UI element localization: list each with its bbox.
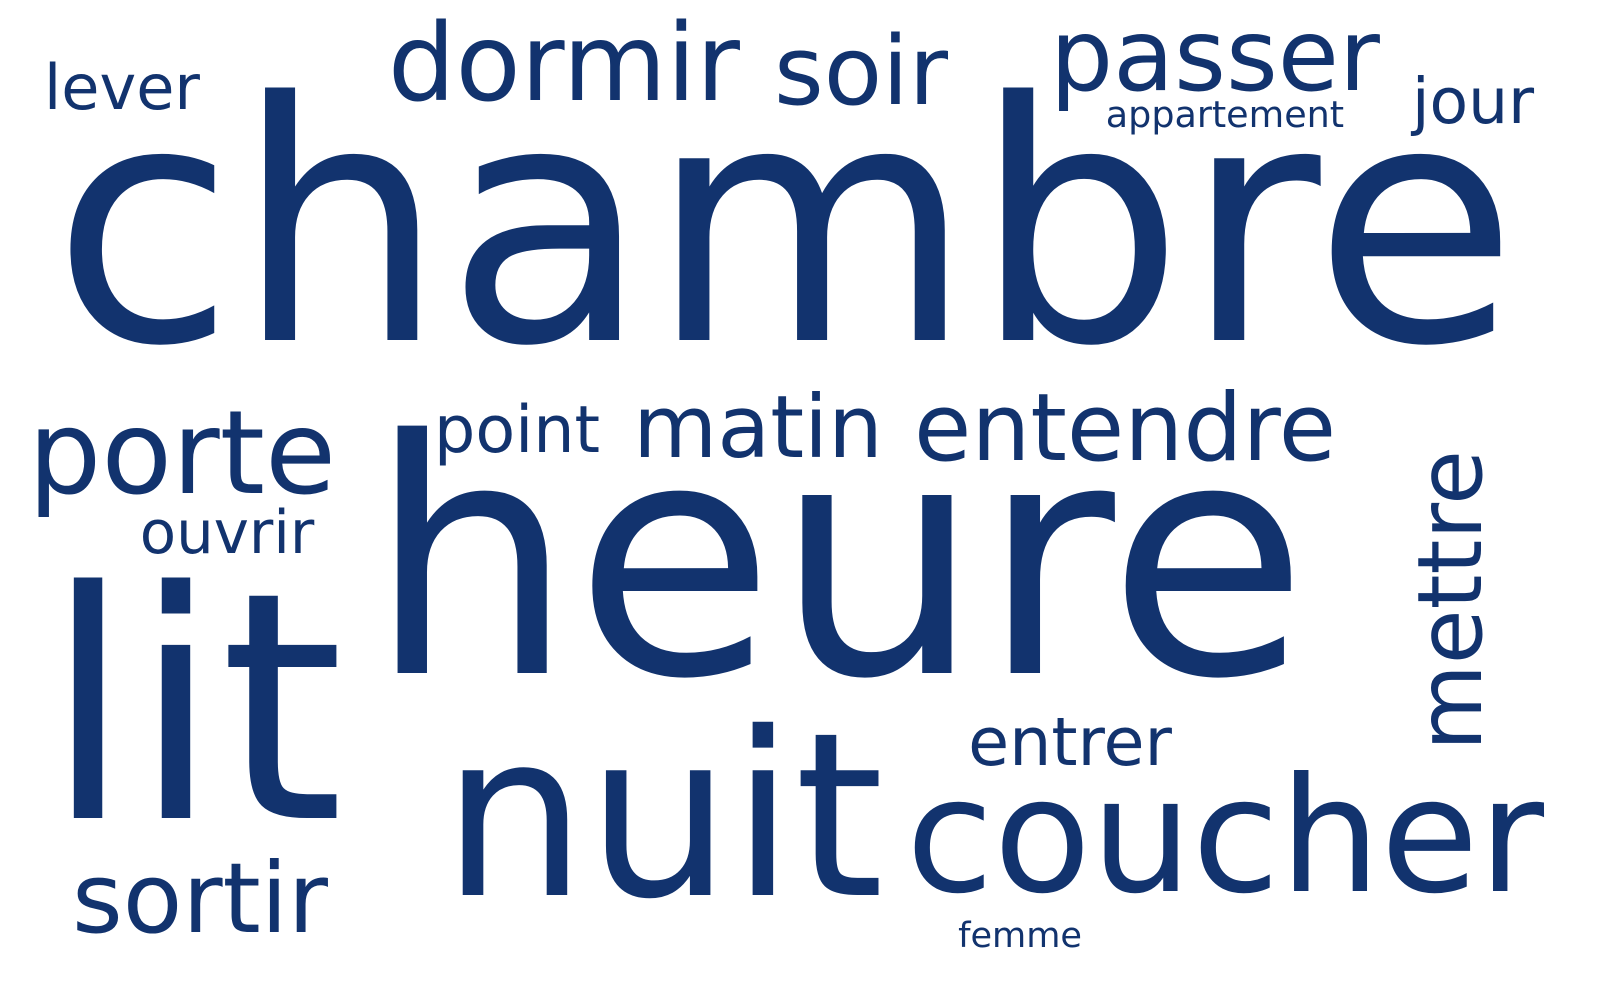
word-coucher: coucher <box>906 743 1545 930</box>
word-lever: lever <box>44 51 200 124</box>
word-soir: soir <box>774 15 948 128</box>
word-entrer: entrer <box>968 702 1172 781</box>
word-lit: lit <box>44 523 344 893</box>
word-dormir: dormir <box>387 1 740 126</box>
word-matin: matin <box>633 377 883 478</box>
word-jour: jour <box>1412 63 1535 138</box>
word-entendre: entendre <box>914 373 1337 483</box>
word-femme: femme <box>958 914 1082 956</box>
word-porte: porte <box>28 387 337 522</box>
word-appartement: appartement <box>1105 92 1345 136</box>
word-passer: passer <box>1050 0 1380 115</box>
word-point: point <box>434 392 601 468</box>
word-sortir: sortir <box>72 841 328 956</box>
word-cloud: chambre heure lit nuit coucher mettre pa… <box>0 0 1600 1000</box>
word-ouvrir: ouvrir <box>139 499 315 569</box>
word-nuit: nuit <box>442 683 884 949</box>
word-mettre: mettre <box>1398 449 1503 751</box>
